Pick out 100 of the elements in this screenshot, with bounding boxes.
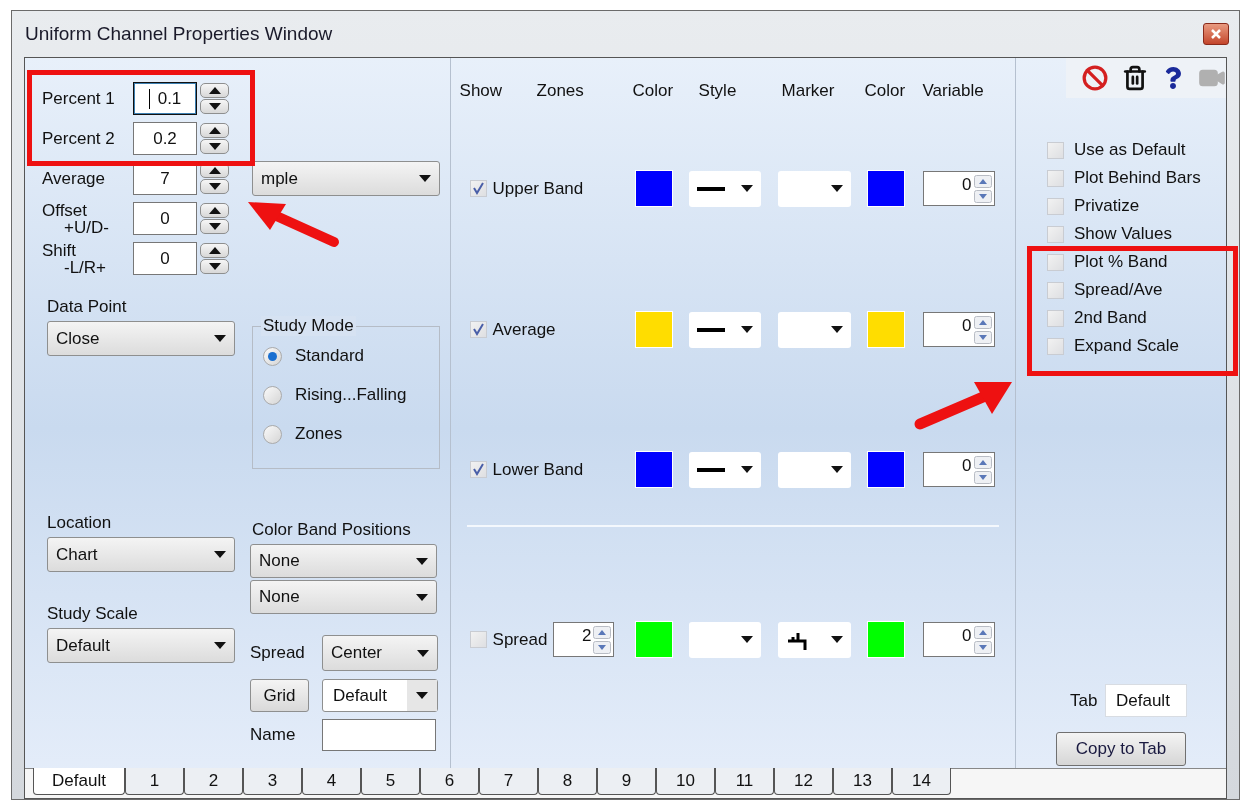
tab[interactable]: 8 — [538, 768, 597, 795]
color-swatch[interactable] — [634, 451, 673, 488]
grid-style-dropdown[interactable]: Default — [322, 679, 438, 712]
option-checkbox[interactable] — [1047, 253, 1064, 271]
color-swatch[interactable] — [634, 621, 673, 658]
marker-dropdown[interactable] — [777, 451, 851, 488]
up-arrow-icon — [208, 247, 221, 254]
up-arrow-icon — [208, 207, 221, 214]
tab[interactable]: 3 — [243, 768, 302, 795]
period-spinner[interactable]: 2 — [553, 622, 615, 657]
option-label: Plot Behind Bars — [1074, 167, 1201, 190]
number-field[interactable]: 0.1 — [133, 82, 197, 115]
tab[interactable]: Default — [33, 768, 125, 795]
caret-icon — [830, 185, 843, 192]
color-band-dropdown[interactable]: None — [250, 580, 437, 614]
field-label: -L/R+ — [63, 258, 108, 276]
spin-down-button[interactable] — [200, 139, 229, 154]
style-dropdown[interactable] — [688, 311, 761, 348]
radio-button[interactable] — [263, 346, 282, 366]
check-icon — [471, 182, 485, 195]
option-checkbox[interactable] — [1047, 169, 1064, 187]
field-label: Offset — [42, 201, 89, 219]
tab[interactable]: 7 — [479, 768, 538, 795]
close-icon — [1211, 29, 1221, 39]
caret-icon — [416, 557, 428, 565]
color-swatch[interactable] — [866, 170, 905, 207]
caret-icon — [416, 692, 428, 699]
spin-up-button[interactable] — [200, 123, 229, 138]
tab[interactable]: 5 — [361, 768, 420, 795]
spin-up-button[interactable] — [200, 243, 229, 258]
option-checkbox[interactable] — [1047, 281, 1064, 299]
option-checkbox[interactable] — [1047, 337, 1064, 355]
column-header: Variable — [922, 80, 985, 98]
variable-spinner[interactable]: 0 — [922, 452, 995, 487]
style-dropdown[interactable] — [688, 170, 761, 207]
tab[interactable]: 14 — [892, 768, 951, 795]
average-type-dropdown[interactable]: mple — [252, 161, 440, 196]
variable-spinner[interactable]: 0 — [922, 312, 995, 347]
marker-dropdown[interactable] — [777, 170, 851, 207]
show-checkbox[interactable] — [469, 631, 487, 648]
caret-icon — [214, 642, 226, 649]
show-checkbox[interactable] — [469, 321, 487, 338]
trash-icon[interactable] — [1122, 65, 1148, 91]
data-point-dropdown[interactable]: Close — [47, 321, 235, 356]
option-checkbox[interactable] — [1047, 197, 1064, 215]
radio-button[interactable] — [263, 385, 282, 405]
down-arrow-icon — [208, 223, 221, 230]
option-checkbox[interactable] — [1047, 141, 1064, 159]
spread-dropdown[interactable]: Center — [322, 635, 438, 671]
name-field[interactable] — [322, 719, 436, 751]
column-header: Marker — [781, 80, 836, 98]
number-field[interactable]: 0.2 — [133, 122, 197, 155]
tab[interactable]: 4 — [302, 768, 361, 795]
grid-button[interactable]: Grid — [250, 679, 309, 712]
color-band-dropdown[interactable]: None — [250, 544, 437, 578]
caret-icon — [740, 326, 753, 333]
no-sign-icon[interactable] — [1082, 65, 1108, 91]
spin-up-button[interactable] — [200, 203, 229, 218]
copy-to-tab-button[interactable]: Copy to Tab — [1056, 732, 1186, 766]
show-checkbox[interactable] — [469, 180, 487, 197]
close-button[interactable] — [1203, 23, 1229, 45]
tab[interactable]: 10 — [656, 768, 715, 795]
study-scale-dropdown[interactable]: Default — [47, 628, 235, 663]
marker-dropdown[interactable] — [777, 311, 851, 348]
tab[interactable]: 11 — [715, 768, 774, 795]
group-title: Study Mode — [261, 316, 356, 336]
spin-up-button[interactable] — [200, 83, 229, 98]
option-checkbox[interactable] — [1047, 309, 1064, 327]
tab[interactable]: 1 — [125, 768, 184, 795]
spin-down-button[interactable] — [200, 259, 229, 274]
color-swatch[interactable] — [866, 621, 905, 658]
color-swatch[interactable] — [634, 170, 673, 207]
field-label: Name — [250, 724, 297, 747]
variable-spinner[interactable]: 0 — [922, 622, 995, 657]
radio-button[interactable] — [263, 424, 282, 444]
marker-dropdown[interactable] — [777, 621, 851, 658]
tab[interactable]: 12 — [774, 768, 833, 795]
field-label: Data Point — [47, 296, 128, 314]
style-dropdown[interactable] — [688, 451, 761, 488]
color-swatch[interactable] — [866, 311, 905, 348]
number-field[interactable]: 0 — [133, 202, 197, 235]
column-header: Color — [632, 80, 675, 98]
tab[interactable]: 13 — [833, 768, 892, 795]
number-field[interactable]: 0 — [133, 242, 197, 275]
caret-icon — [740, 466, 753, 473]
plot-label: Upper Band — [492, 177, 584, 200]
color-swatch[interactable] — [634, 311, 673, 348]
tab[interactable]: 9 — [597, 768, 656, 795]
spin-down-button[interactable] — [200, 179, 229, 194]
tab-field[interactable]: Default — [1105, 684, 1187, 717]
spin-down-button[interactable] — [200, 99, 229, 114]
option-checkbox[interactable] — [1047, 225, 1064, 243]
field-label: Tab — [1070, 689, 1099, 712]
location-dropdown[interactable]: Chart — [47, 537, 235, 572]
variable-spinner[interactable]: 0 — [922, 171, 995, 206]
color-swatch[interactable] — [866, 451, 905, 488]
show-checkbox[interactable] — [469, 461, 487, 478]
tab[interactable]: 6 — [420, 768, 479, 795]
spin-down-button[interactable] — [200, 219, 229, 234]
tab[interactable]: 2 — [184, 768, 243, 795]
